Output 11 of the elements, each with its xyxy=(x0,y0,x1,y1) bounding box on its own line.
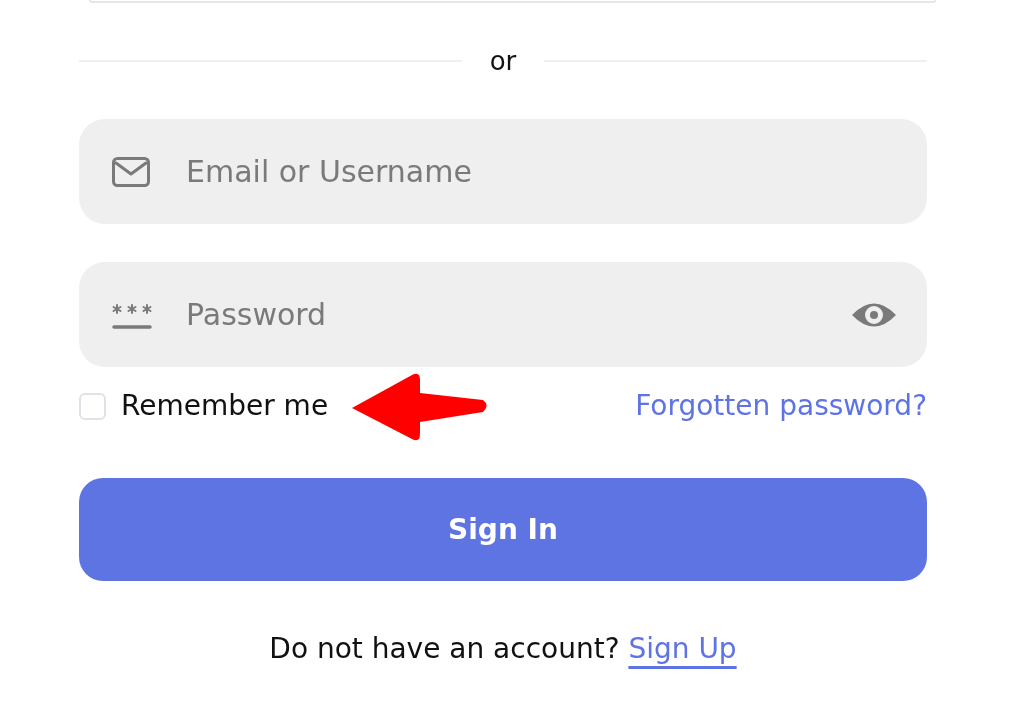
forgot-password-link[interactable]: Forgotten password? xyxy=(635,389,927,423)
sign-in-button[interactable]: Sign In xyxy=(79,478,927,581)
mail-icon xyxy=(112,157,150,187)
sign-up-link[interactable]: Sign Up xyxy=(628,632,737,665)
remember-me-checkbox[interactable] xyxy=(79,392,106,420)
asterisks-icon xyxy=(112,304,152,330)
remember-me-label: Remember me xyxy=(121,389,329,423)
email-field[interactable]: Email or Username xyxy=(79,119,927,224)
password-field[interactable]: Password xyxy=(79,262,927,367)
signup-prompt: Do not have an account? Sign Up xyxy=(268,631,738,667)
divider-label: or xyxy=(488,45,518,77)
